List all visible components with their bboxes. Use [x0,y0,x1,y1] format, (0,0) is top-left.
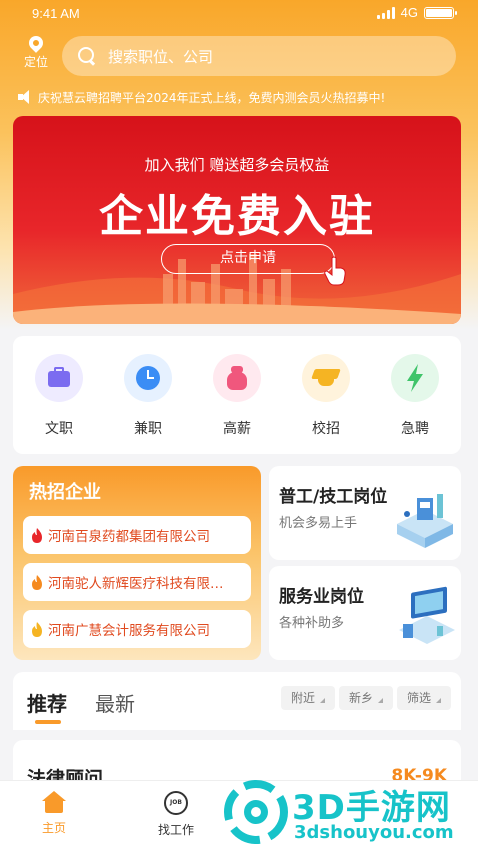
job-type-desc: 机会多易上手 [279,516,358,531]
job-list-tabs: 推荐 最新 附近 新乡 筛选 [13,672,461,730]
computer-illustration-icon [399,586,455,644]
job-type-desc: 各种补助多 [279,616,345,631]
flame-icon [32,527,42,543]
flame-icon [32,621,42,637]
status-bar: 9:41 AM 4G [0,0,478,30]
watermark-logo-icon [224,780,288,844]
location-pin-icon [26,33,46,53]
briefcase-icon [35,354,83,402]
watermark-url: 3dshouyou.com [294,822,454,843]
company-item[interactable]: 河南广慧会计服务有限公司 [23,610,251,648]
network-type: 4G [400,5,418,20]
category-jipin[interactable]: 急聘 [387,354,443,438]
status-time: 9:41 AM [32,6,80,21]
lightning-icon [391,354,439,402]
category-label: 校招 [312,421,340,437]
filter-nearby[interactable]: 附近 [281,686,336,710]
search-icon [78,47,96,65]
category-label: 兼职 [134,421,162,437]
search-placeholder: 搜索职位、公司 [108,47,214,66]
promo-banner[interactable]: 加入我们 赠送超多会员权益 企业免费入驻 点击申请 [13,116,461,324]
filter-more[interactable]: 筛选 [397,686,452,710]
category-panel: 文职 兼职 高薪 校招 急聘 [13,336,461,454]
company-name: 河南广慧会计服务有限公司 [48,623,210,639]
money-bag-icon [213,354,261,402]
nav-home[interactable]: 主页 [24,791,84,836]
clock-icon [124,354,172,402]
search-bar[interactable]: 搜索职位、公司 [62,36,456,76]
company-item[interactable]: 河南百泉药都集团有限公司 [23,516,251,554]
category-gaoxin[interactable]: 高薪 [209,354,265,438]
company-name: 河南驼人新辉医疗科技有限… [48,576,224,592]
pointer-hand-icon [324,256,346,286]
active-tab-indicator [35,720,61,724]
notice-text: 庆祝慧云聘招聘平台2024年正式上线，免费内测会员火热招募中! [38,90,386,105]
hot-companies-panel: 热招企业 河南百泉药都集团有限公司 河南驼人新辉医疗科技有限… 河南广慧会计服务… [13,466,261,660]
home-icon [42,791,66,813]
banner-subtitle: 加入我们 赠送超多会员权益 [144,156,330,174]
category-label: 高薪 [223,421,251,437]
category-label: 文职 [45,421,73,437]
job-type-title: 普工/技工岗位 [279,487,388,507]
job-type-title: 服务业岗位 [279,587,364,607]
location-label: 定位 [23,55,48,69]
nav-label: 主页 [41,821,66,835]
nav-find-job[interactable]: JOB 找工作 [146,791,206,838]
category-jianzhi[interactable]: 兼职 [120,354,176,438]
hot-companies-title: 热招企业 [29,482,101,503]
category-xiaozhao[interactable]: 校招 [298,354,354,438]
flame-icon [32,574,42,590]
job-type-card-service[interactable]: 服务业岗位 各种补助多 [269,566,461,660]
tab-latest[interactable]: 最新 [95,688,135,717]
filter-city[interactable]: 新乡 [339,686,394,710]
watermark: 3D手游网 3dshouyou.com [220,776,478,850]
category-wenzhi[interactable]: 文职 [31,354,87,438]
tab-recommend[interactable]: 推荐 [27,688,67,717]
job-icon: JOB [164,791,188,815]
location-button[interactable]: 定位 [16,33,56,70]
job-type-card-worker[interactable]: 普工/技工岗位 机会多易上手 [269,466,461,560]
company-item[interactable]: 河南驼人新辉医疗科技有限… [23,563,251,601]
graduation-cap-icon [302,354,350,402]
factory-illustration-icon [397,494,453,548]
notice-bar[interactable]: 庆祝慧云聘招聘平台2024年正式上线，免费内测会员火热招募中! [18,86,458,108]
nav-label: 找工作 [157,823,194,837]
apply-button[interactable]: 点击申请 [161,244,335,274]
company-name: 河南百泉药都集团有限公司 [48,529,210,545]
battery-icon [424,6,457,19]
category-label: 急聘 [401,421,429,437]
speaker-icon [18,90,32,104]
signal-icon [376,6,395,19]
status-indicators: 4G [376,5,457,20]
banner-title: 企业免费入驻 [99,191,375,242]
